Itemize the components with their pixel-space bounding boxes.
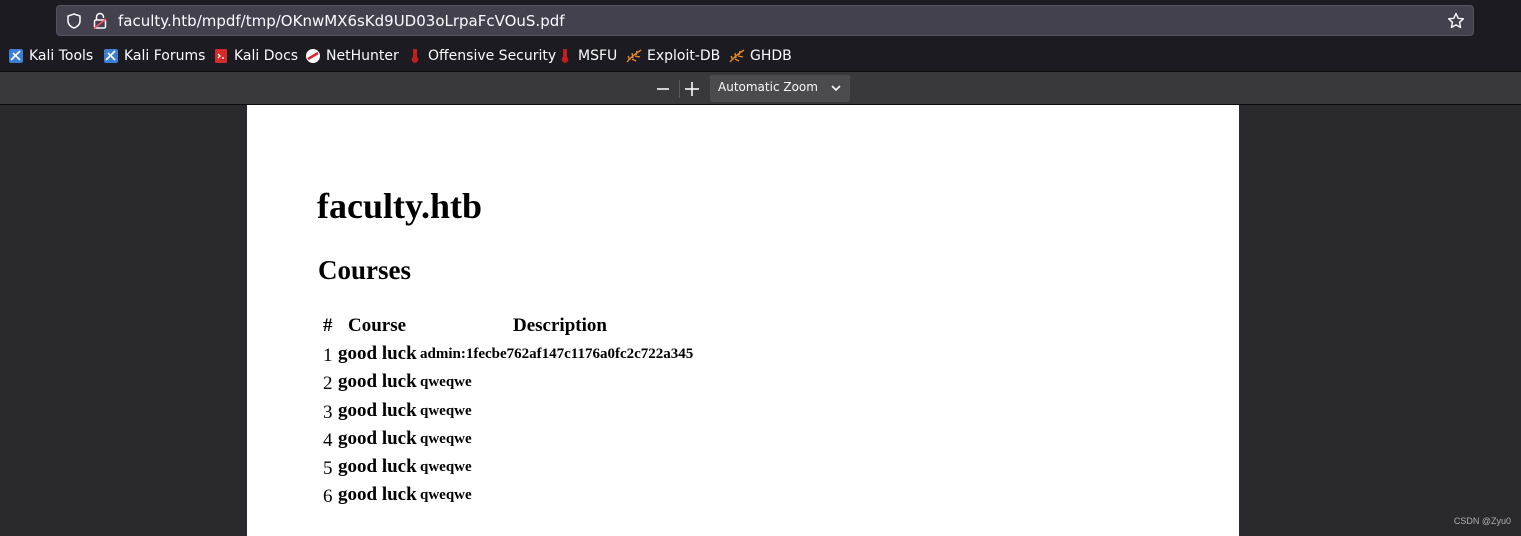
watermark-text: CSDN @Zyu0 — [1453, 516, 1511, 526]
offsec-icon — [561, 49, 569, 63]
row-number: 3 — [323, 402, 333, 423]
row-course: good luck — [338, 456, 417, 477]
bookmark-star-icon[interactable] — [1447, 12, 1465, 30]
bookmark-exploit-db[interactable]: Exploit-DB — [626, 46, 720, 66]
bookmark-label: GHDB — [750, 48, 792, 64]
bookmark-label: Exploit-DB — [647, 48, 721, 64]
column-header-number: # — [323, 315, 333, 336]
pdf-page: faculty.htb Courses # Course Description… — [247, 105, 1239, 536]
row-description: qweqwe — [420, 374, 472, 390]
row-description: qweqwe — [420, 403, 472, 419]
row-number: 2 — [323, 373, 333, 394]
bookmark-label: Kali Forums — [124, 48, 206, 64]
row-number: 1 — [323, 345, 333, 366]
kali-icon — [104, 49, 118, 63]
offsec-icon — [411, 49, 419, 63]
bookmark-kali-forums[interactable]: Kali Forums — [103, 46, 205, 66]
shield-icon[interactable] — [66, 13, 82, 29]
row-course: good luck — [338, 400, 417, 421]
row-number: 6 — [323, 486, 333, 507]
row-course: good luck — [338, 428, 417, 449]
bookmark-label: Offensive Security — [428, 48, 557, 64]
bookmark-label: NetHunter — [326, 48, 399, 64]
bookmark-label: Kali Tools — [29, 48, 94, 64]
zoom-select-value: Automatic Zoom — [718, 80, 818, 94]
toolbar-separator — [679, 80, 680, 98]
pdf-toolbar: Automatic Zoom — [0, 72, 1521, 105]
chevron-down-icon — [831, 85, 841, 92]
bookmark-msfu[interactable]: MSFU — [557, 46, 617, 66]
kali-icon — [9, 49, 23, 63]
column-header-description: Description — [513, 315, 607, 336]
zoom-in-icon[interactable] — [681, 78, 703, 100]
row-description: qweqwe — [420, 431, 472, 447]
column-header-course: Course — [348, 315, 407, 336]
bookmarks-toolbar: Kali Tools Kali Forums Kali Docs NetHunt… — [0, 40, 1521, 72]
row-description: qweqwe — [420, 487, 472, 503]
bookmark-label: MSFU — [578, 48, 618, 64]
bookmark-offensive-security[interactable]: Offensive Security — [407, 46, 556, 66]
bookmark-kali-docs[interactable]: Kali Docs — [213, 46, 298, 66]
nethunter-icon — [306, 49, 320, 63]
row-course: good luck — [338, 484, 417, 505]
zoom-out-icon[interactable] — [652, 78, 674, 100]
bookmark-ghdb[interactable]: GHDB — [729, 46, 792, 66]
exploitdb-icon — [729, 49, 745, 63]
document-title: faculty.htb — [317, 186, 483, 226]
pdf-viewer[interactable]: faculty.htb Courses # Course Description… — [0, 105, 1521, 536]
navigation-bar: faculty.htb/mpdf/tmp/OKnwMX6sKd9UD03oLrp… — [0, 0, 1521, 40]
bookmark-nethunter[interactable]: NetHunter — [305, 46, 399, 66]
document-subtitle: Courses — [318, 255, 411, 285]
row-number: 5 — [323, 458, 333, 479]
row-description: admin:1fecbe762af147c1176a0fc2c722a345 — [420, 346, 694, 362]
bookmark-label: Kali Docs — [234, 48, 299, 64]
row-number: 4 — [323, 430, 333, 451]
zoom-select[interactable]: Automatic Zoom — [710, 75, 850, 102]
row-description: qweqwe — [420, 459, 472, 475]
docs-icon — [215, 49, 227, 63]
url-bar[interactable]: faculty.htb/mpdf/tmp/OKnwMX6sKd9UD03oLrp… — [56, 5, 1474, 36]
url-text[interactable]: faculty.htb/mpdf/tmp/OKnwMX6sKd9UD03oLrp… — [118, 12, 565, 30]
row-course: good luck — [338, 343, 417, 364]
exploitdb-icon — [626, 49, 642, 63]
row-course: good luck — [338, 371, 417, 392]
bookmark-kali-tools[interactable]: Kali Tools — [8, 46, 93, 66]
insecure-lock-icon[interactable] — [93, 12, 107, 29]
